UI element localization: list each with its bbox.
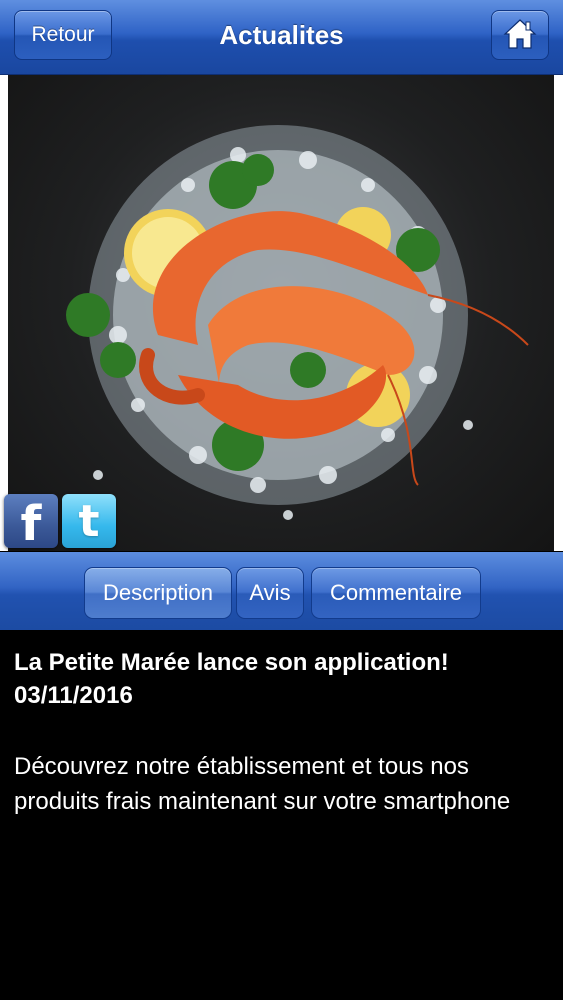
image-frame-right — [554, 75, 563, 551]
article-image — [8, 75, 554, 551]
back-button[interactable]: Retour — [14, 10, 112, 60]
tab-avis[interactable]: Avis — [236, 567, 304, 619]
article-body: Découvrez notre établissement et tous no… — [14, 753, 511, 815]
facebook-icon: f — [20, 496, 42, 552]
tab-commentaire[interactable]: Commentaire — [311, 567, 481, 619]
twitter-share-button[interactable]: t — [62, 494, 116, 548]
shrimp-plate-image — [66, 125, 529, 520]
article-content: La Petite Marée lance son application! 0… — [14, 646, 554, 819]
top-nav-bar: Retour Actualites — [0, 0, 563, 75]
page-title: Actualites — [219, 20, 344, 50]
article-title: La Petite Marée lance son application! — [14, 649, 449, 676]
article-date: 03/11/2016 — [14, 682, 133, 709]
image-frame-left — [0, 75, 8, 551]
article-headline: La Petite Marée lance son application! 0… — [14, 646, 554, 712]
tab-bar: Description Avis Commentaire — [0, 552, 563, 630]
twitter-icon: t — [78, 496, 100, 547]
home-button[interactable] — [491, 10, 549, 60]
facebook-share-button[interactable]: f — [4, 494, 58, 552]
tab-description[interactable]: Description — [84, 567, 232, 619]
home-icon — [503, 19, 537, 49]
